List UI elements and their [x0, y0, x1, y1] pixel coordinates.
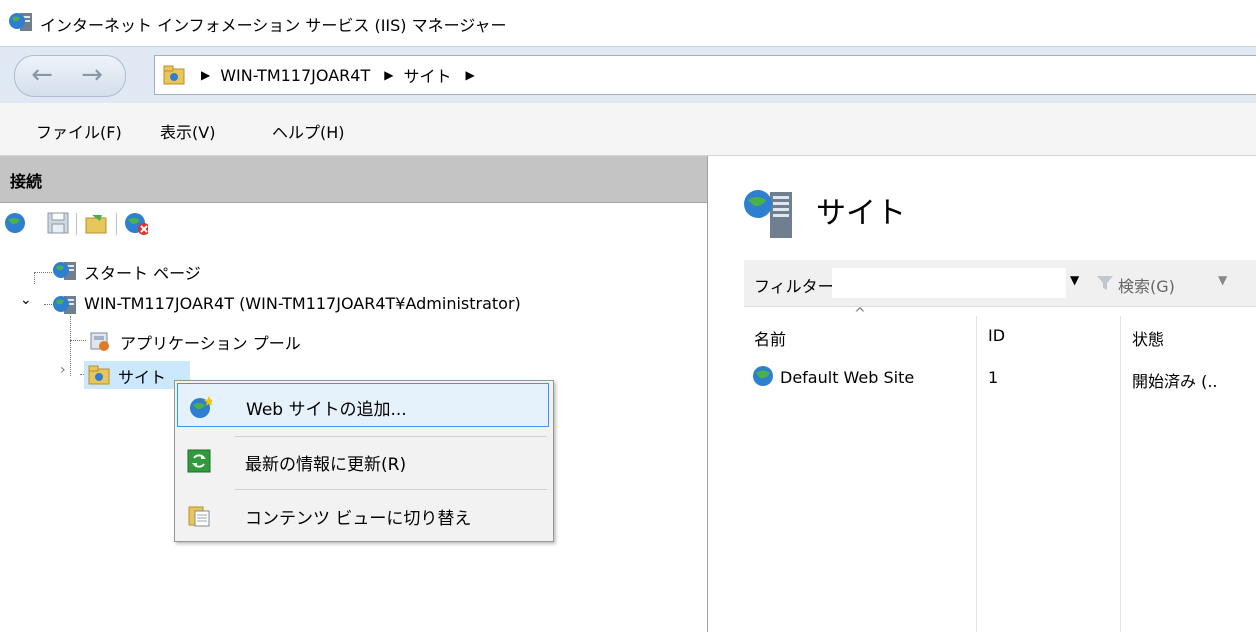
tree-line	[34, 272, 52, 273]
breadcrumb-sites[interactable]: サイト	[403, 63, 451, 87]
column-header-state[interactable]: 状態	[1132, 326, 1164, 350]
connections-label: 接続	[10, 172, 43, 191]
menu-help[interactable]: ヘルプ(H)	[272, 119, 345, 143]
back-arrow-icon[interactable]: ←	[22, 57, 62, 93]
chevron-down-icon[interactable]: ⌄	[20, 292, 32, 308]
filter-dropdown-icon[interactable]: ▼	[1070, 273, 1079, 287]
context-item-content-view[interactable]: コンテンツ ビューに切り替え	[177, 493, 549, 537]
folder-icon	[88, 365, 110, 385]
folder-icon	[163, 65, 185, 85]
toolbar-separator	[76, 213, 77, 235]
address-box[interactable]: ▶ WIN-TM117JOAR4T ▶ サイト ▶	[154, 55, 1256, 95]
disconnect-icon[interactable]	[124, 211, 148, 235]
forward-arrow-icon[interactable]: →	[72, 57, 112, 93]
context-item-add-website[interactable]: Web サイトの追加...	[177, 383, 549, 427]
breadcrumb-separator-icon[interactable]: ▶	[465, 68, 474, 82]
tree-label-start-page: スタート ページ	[84, 264, 201, 283]
context-label-refresh: 最新の情報に更新(R)	[245, 455, 407, 475]
tree-label-sites: サイト	[118, 368, 167, 387]
context-menu-separator	[235, 489, 547, 490]
globe-icon	[753, 366, 773, 386]
tree-label-app-pools: アプリケーション プール	[120, 334, 301, 353]
window-title: インターネット インフォメーション サービス (IIS) マネージャー	[40, 16, 507, 35]
column-header-name[interactable]: 名前	[754, 326, 786, 350]
chevron-right-icon[interactable]: ›	[60, 362, 66, 378]
context-menu: Web サイトの追加... 最新の情報に更新(R) コンテンツ ビューに切り替え	[174, 380, 554, 542]
filter-bar: フィルター: ▼ 検索(G) ▼	[744, 260, 1256, 307]
sites-globe-server-icon	[744, 190, 792, 238]
connections-header: 接続	[0, 156, 707, 203]
toolbar-separator	[116, 213, 117, 235]
filter-funnel-icon	[1097, 276, 1113, 290]
page-title: サイト	[816, 196, 906, 231]
context-item-refresh[interactable]: 最新の情報に更新(R)	[177, 439, 549, 483]
title-bar: インターネット インフォメーション サービス (IIS) マネージャー	[0, 0, 1256, 46]
add-website-globe-icon	[190, 396, 212, 418]
menu-view[interactable]: 表示(V)	[160, 119, 215, 143]
sort-ascending-icon: ^	[854, 306, 866, 322]
breadcrumb-separator-icon[interactable]: ▶	[384, 68, 393, 82]
iis-globe-server-icon	[9, 13, 32, 31]
connections-toolbar	[0, 203, 707, 243]
cell-site-name: Default Web Site	[780, 368, 915, 387]
search-button[interactable]: 検索(G)	[1118, 273, 1175, 297]
menu-bar: ファイル(F) 表示(V) ヘルプ(H)	[0, 103, 1256, 156]
search-dropdown-icon[interactable]: ▼	[1218, 273, 1227, 287]
cell-site-id: 1	[988, 368, 999, 387]
save-icon[interactable]	[46, 211, 70, 235]
iis-globe-server-icon	[53, 262, 76, 280]
filter-input[interactable]	[832, 268, 1066, 298]
server-icon	[53, 296, 76, 314]
content-view-icon	[188, 506, 210, 527]
connect-globe-icon[interactable]	[4, 211, 28, 235]
refresh-icon	[187, 449, 211, 473]
app-pool-icon	[90, 332, 109, 351]
sites-panel: サイト フィルター: ▼ 検索(G) ▼ ^ 名前 ID 状態 Default …	[708, 156, 1256, 632]
context-label-add-website: Web サイトの追加...	[246, 400, 407, 420]
tree-line	[34, 272, 35, 284]
breadcrumb-server[interactable]: WIN-TM117JOAR4T	[220, 66, 370, 85]
folder-open-icon[interactable]	[84, 211, 108, 235]
column-header-id[interactable]: ID	[988, 326, 1005, 345]
context-label-content-view: コンテンツ ビューに切り替え	[245, 509, 472, 529]
tree-line	[70, 340, 86, 341]
cell-site-state: 開始済み (..	[1132, 372, 1218, 391]
menu-file[interactable]: ファイル(F)	[36, 119, 122, 143]
breadcrumb-separator-icon[interactable]: ▶	[201, 68, 210, 82]
filter-label: フィルター:	[754, 277, 840, 296]
context-menu-separator	[235, 436, 547, 437]
address-bar: ← → ▶ WIN-TM117JOAR4T ▶ サイト ▶	[0, 46, 1256, 104]
tree-line	[70, 316, 71, 376]
tree-label-server: WIN-TM117JOAR4T (WIN-TM117JOAR4T¥Adminis…	[84, 294, 521, 313]
